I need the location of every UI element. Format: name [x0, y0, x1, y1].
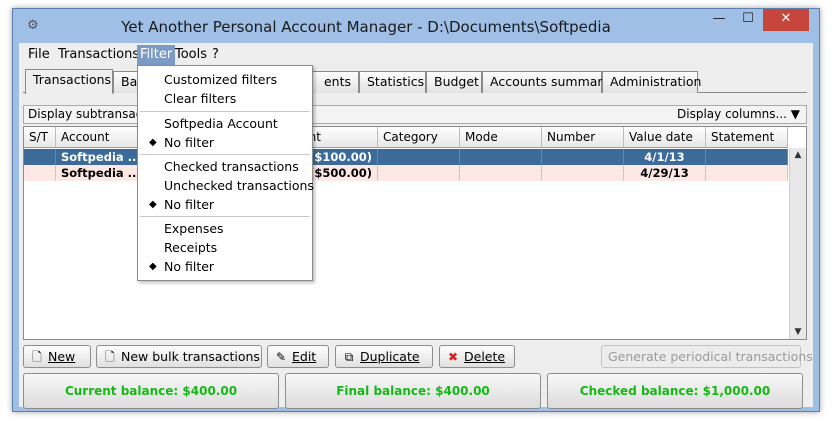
column-header-statement[interactable]: Statement — [706, 127, 788, 148]
window-title: Yet Another Personal Account Manager - D… — [121, 18, 611, 36]
minimize-button[interactable]: — — [705, 9, 733, 31]
menu-separator — [140, 111, 310, 112]
menu-file[interactable]: File — [25, 45, 53, 65]
column-header-category[interactable]: Category — [378, 127, 460, 148]
dropdown-arrow-icon: ▼ — [790, 107, 800, 121]
menu-help[interactable]: ? — [209, 45, 222, 65]
app-window: ⚙ Yet Another Personal Account Manager -… — [12, 8, 820, 412]
menu-item-no-filter-checked[interactable]: ◆ No filter — [138, 195, 312, 214]
edit-button[interactable]: ✎ Edit — [267, 345, 329, 368]
new-bulk-transactions-button[interactable]: 🗋 New bulk transactions — [96, 345, 262, 368]
checked-diamond-icon: ◆ — [149, 199, 157, 210]
menu-separator — [140, 154, 310, 155]
cell-mode — [460, 165, 542, 181]
column-header-mode[interactable]: Mode — [460, 127, 542, 148]
column-header-number[interactable]: Number — [542, 127, 624, 148]
scroll-up-icon[interactable]: ▲ — [790, 148, 806, 162]
scroll-down-icon[interactable]: ▼ — [790, 325, 806, 339]
new-document-icon: 🗋 — [32, 350, 42, 364]
menu-transactions[interactable]: Transactions — [55, 45, 142, 65]
cell-statement — [706, 149, 788, 165]
tab-administration[interactable]: Administration — [602, 71, 701, 93]
delete-x-icon: ✖ — [447, 350, 459, 364]
menu-item-no-filter-type[interactable]: ◆ No filter — [138, 257, 312, 276]
menu-bar: File Transactions Filter Tools ? — [19, 43, 813, 67]
table-scrollbar[interactable]: ▲ ▼ — [789, 148, 806, 339]
delete-button[interactable]: ✖ Delete — [439, 345, 515, 368]
cell-statement — [706, 165, 788, 181]
cell-st — [24, 149, 56, 165]
maximize-button[interactable]: ☐ — [735, 9, 761, 31]
display-subtransactions-toggle[interactable]: Display subtransact — [28, 106, 147, 123]
cell-number — [542, 165, 624, 181]
app-icon[interactable]: ⚙ — [27, 19, 43, 33]
menu-filter[interactable]: Filter — [137, 45, 176, 65]
menu-item-receipts[interactable]: Receipts — [138, 238, 312, 257]
final-balance: Final balance: $400.00 — [285, 373, 541, 409]
cell-category — [378, 165, 460, 181]
cell-value-date: 4/29/13 — [624, 165, 706, 181]
tab-statistics[interactable]: Statistics — [359, 71, 426, 93]
cell-st — [24, 165, 56, 181]
display-columns-button[interactable]: Display columns... ▼ — [677, 106, 800, 123]
new-bulk-icon: 🗋 — [105, 350, 115, 364]
title-bar[interactable]: ⚙ Yet Another Personal Account Manager -… — [13, 9, 819, 43]
checked-diamond-icon: ◆ — [149, 137, 157, 148]
menu-item-unchecked-transactions[interactable]: Unchecked transactions — [138, 176, 314, 195]
cell-value-date: 4/1/13 — [624, 149, 706, 165]
close-button[interactable]: ✕ — [763, 9, 809, 31]
column-header-value-date[interactable]: Value date — [624, 127, 706, 148]
new-button[interactable]: 🗋 New — [23, 345, 91, 368]
tab-accounts-summary[interactable]: Accounts summary — [482, 71, 610, 93]
checked-balance: Checked balance: $1,000.00 — [547, 373, 803, 409]
filter-menu: Customized filters Clear filters Softped… — [137, 65, 314, 281]
duplicate-icon: ⧉ — [344, 350, 354, 364]
cell-mode — [460, 149, 542, 165]
menu-item-clear-filters[interactable]: Clear filters — [138, 89, 312, 108]
checked-diamond-icon: ◆ — [149, 261, 157, 272]
menu-item-customized-filters[interactable]: Customized filters — [138, 70, 312, 89]
menu-item-checked-transactions[interactable]: Checked transactions — [138, 157, 312, 176]
generate-periodical-transactions-button[interactable]: Generate periodical transactions — [601, 345, 813, 368]
menu-item-softpedia-account[interactable]: Softpedia Account — [138, 114, 312, 133]
menu-separator — [140, 216, 310, 217]
display-columns-label: Display columns... — [677, 107, 787, 121]
tab-transactions[interactable]: Transactions — [25, 69, 113, 94]
current-balance: Current balance: $400.00 — [23, 373, 279, 409]
menu-item-no-filter-account[interactable]: ◆ No filter — [138, 133, 312, 152]
column-header-st[interactable]: S/T — [24, 127, 56, 148]
cell-number — [542, 149, 624, 165]
cell-category — [378, 149, 460, 165]
duplicate-button[interactable]: ⧉ Duplicate — [335, 345, 433, 368]
edit-pencil-icon: ✎ — [275, 350, 287, 364]
menu-tools[interactable]: Tools — [172, 45, 210, 65]
tab-budget[interactable]: Budget — [426, 71, 482, 93]
menu-item-expenses[interactable]: Expenses — [138, 219, 312, 238]
